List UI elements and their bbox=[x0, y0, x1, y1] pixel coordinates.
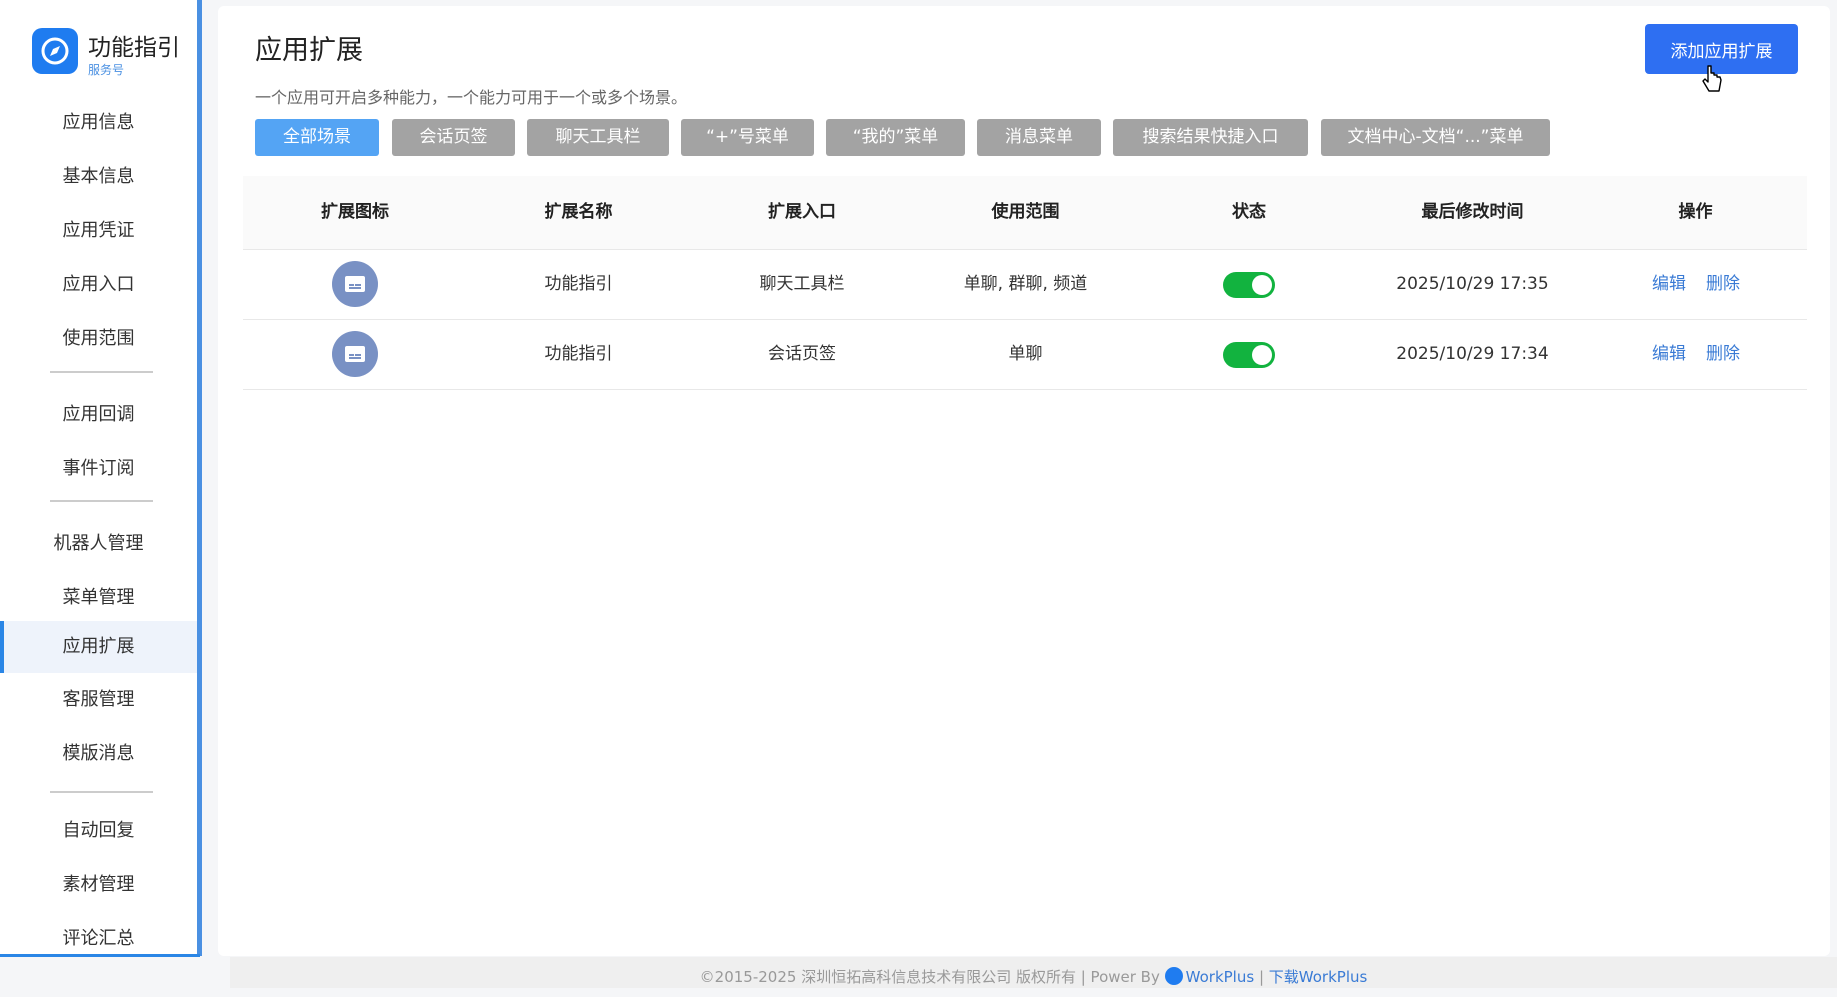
sidebar-divider bbox=[50, 791, 153, 793]
extension-icon bbox=[332, 261, 378, 307]
footer: ©2015-2025 深圳恒拓高科信息技术有限公司 版权所有 | Power B… bbox=[230, 957, 1837, 988]
table-header: 扩展图标 扩展名称 扩展入口 使用范围 状态 最后修改时间 操作 bbox=[243, 176, 1807, 250]
edit-link[interactable]: 编辑 bbox=[1652, 320, 1686, 389]
col-entry: 扩展入口 bbox=[768, 202, 836, 222]
download-workplus-link[interactable]: 下载WorkPlus bbox=[1269, 968, 1368, 986]
sidebar-divider bbox=[50, 500, 153, 502]
sidebar-item-entry[interactable]: 应用入口 bbox=[0, 259, 197, 311]
sidebar-item-support[interactable]: 客服管理 bbox=[0, 674, 197, 726]
toggle-knob bbox=[1252, 275, 1272, 295]
filter-plus-menu[interactable]: “+”号菜单 bbox=[681, 119, 814, 156]
sidebar-item-extensions[interactable]: 应用扩展 bbox=[0, 621, 197, 673]
footer-copyright: ©2015-2025 深圳恒拓高科信息技术有限公司 版权所有 | Power B… bbox=[699, 968, 1160, 986]
col-icon: 扩展图标 bbox=[321, 202, 389, 222]
status-toggle[interactable] bbox=[1223, 342, 1275, 368]
filter-chat-toolbar[interactable]: 聊天工具栏 bbox=[527, 119, 669, 156]
workplus-link[interactable]: WorkPlus bbox=[1186, 968, 1255, 986]
page-title: 应用扩展 bbox=[255, 35, 363, 66]
pointer-cursor-icon bbox=[1702, 65, 1722, 92]
sidebar-item-events[interactable]: 事件订阅 bbox=[0, 443, 197, 495]
sidebar-bottom-line bbox=[0, 954, 200, 957]
footer-separator: | bbox=[1258, 968, 1265, 986]
sidebar-divider bbox=[50, 371, 153, 373]
table-row: 功能指引 会话页签 单聊 2025/10/29 17:34 编辑 删除 bbox=[243, 320, 1807, 390]
filter-all-scenes[interactable]: 全部场景 bbox=[255, 119, 379, 156]
extensions-table: 扩展图标 扩展名称 扩展入口 使用范围 状态 最后修改时间 操作 功能指引 聊天… bbox=[243, 176, 1807, 390]
sidebar-item-auto-reply[interactable]: 自动回复 bbox=[0, 805, 197, 857]
sidebar-item-materials[interactable]: 素材管理 bbox=[0, 859, 197, 911]
main-panel: 应用扩展 一个应用可开启多种能力，一个能力可用于一个或多个场景。 添加应用扩展 … bbox=[218, 6, 1830, 956]
brand-subtitle: 服务号 bbox=[88, 63, 125, 77]
sidebar-item-app-info[interactable]: 应用信息 bbox=[0, 97, 197, 149]
cell-name: 功能指引 bbox=[544, 344, 613, 364]
sidebar-item-comments[interactable]: 评论汇总 bbox=[0, 913, 197, 965]
filter-search-shortcut[interactable]: 搜索结果快捷入口 bbox=[1113, 119, 1308, 156]
page-subtitle: 一个应用可开启多种能力，一个能力可用于一个或多个场景。 bbox=[255, 88, 688, 107]
filter-session-tab[interactable]: 会话页签 bbox=[392, 119, 515, 156]
delete-link[interactable]: 删除 bbox=[1706, 320, 1740, 389]
cell-entry: 聊天工具栏 bbox=[759, 274, 845, 294]
extension-icon bbox=[332, 331, 378, 377]
sidebar-item-credentials[interactable]: 应用凭证 bbox=[0, 205, 197, 257]
cell-scope: 单聊, 群聊, 频道 bbox=[963, 274, 1088, 294]
filter-doc-center-menu[interactable]: 文档中心-文档“...”菜单 bbox=[1321, 119, 1550, 156]
workplus-logo-icon bbox=[1164, 967, 1183, 985]
compass-icon bbox=[32, 28, 78, 74]
sidebar-item-basic-info[interactable]: 基本信息 bbox=[0, 151, 197, 203]
sidebar-item-scope[interactable]: 使用范围 bbox=[0, 313, 197, 365]
sidebar: 功能指引 服务号 应用信息 基本信息 应用凭证 应用入口 使用范围 应用回调 事… bbox=[0, 0, 202, 956]
col-scope: 使用范围 bbox=[991, 202, 1060, 222]
sidebar-item-templates[interactable]: 模版消息 bbox=[0, 728, 197, 780]
cell-scope: 单聊 bbox=[1008, 344, 1043, 364]
status-toggle[interactable] bbox=[1223, 272, 1275, 298]
edit-link[interactable]: 编辑 bbox=[1652, 250, 1686, 319]
toggle-knob bbox=[1252, 345, 1272, 365]
cell-modified: 2025/10/29 17:34 bbox=[1396, 344, 1549, 364]
col-name: 扩展名称 bbox=[544, 202, 613, 222]
filter-my-menu[interactable]: “我的”菜单 bbox=[826, 119, 965, 156]
filter-message-menu[interactable]: 消息菜单 bbox=[977, 119, 1101, 156]
col-modified: 最后修改时间 bbox=[1421, 202, 1524, 222]
cell-modified: 2025/10/29 17:35 bbox=[1396, 274, 1549, 294]
sidebar-item-menus[interactable]: 菜单管理 bbox=[0, 572, 197, 624]
cell-entry: 会话页签 bbox=[768, 344, 836, 364]
sidebar-item-bots[interactable]: 机器人管理 bbox=[0, 518, 197, 570]
table-row: 功能指引 聊天工具栏 单聊, 群聊, 频道 2025/10/29 17:35 编… bbox=[243, 250, 1807, 320]
delete-link[interactable]: 删除 bbox=[1706, 250, 1740, 319]
brand-title: 功能指引 bbox=[88, 35, 180, 61]
col-status: 状态 bbox=[1232, 202, 1266, 222]
sidebar-item-callback[interactable]: 应用回调 bbox=[0, 389, 197, 441]
cell-name: 功能指引 bbox=[544, 274, 613, 294]
col-actions: 操作 bbox=[1678, 202, 1713, 222]
